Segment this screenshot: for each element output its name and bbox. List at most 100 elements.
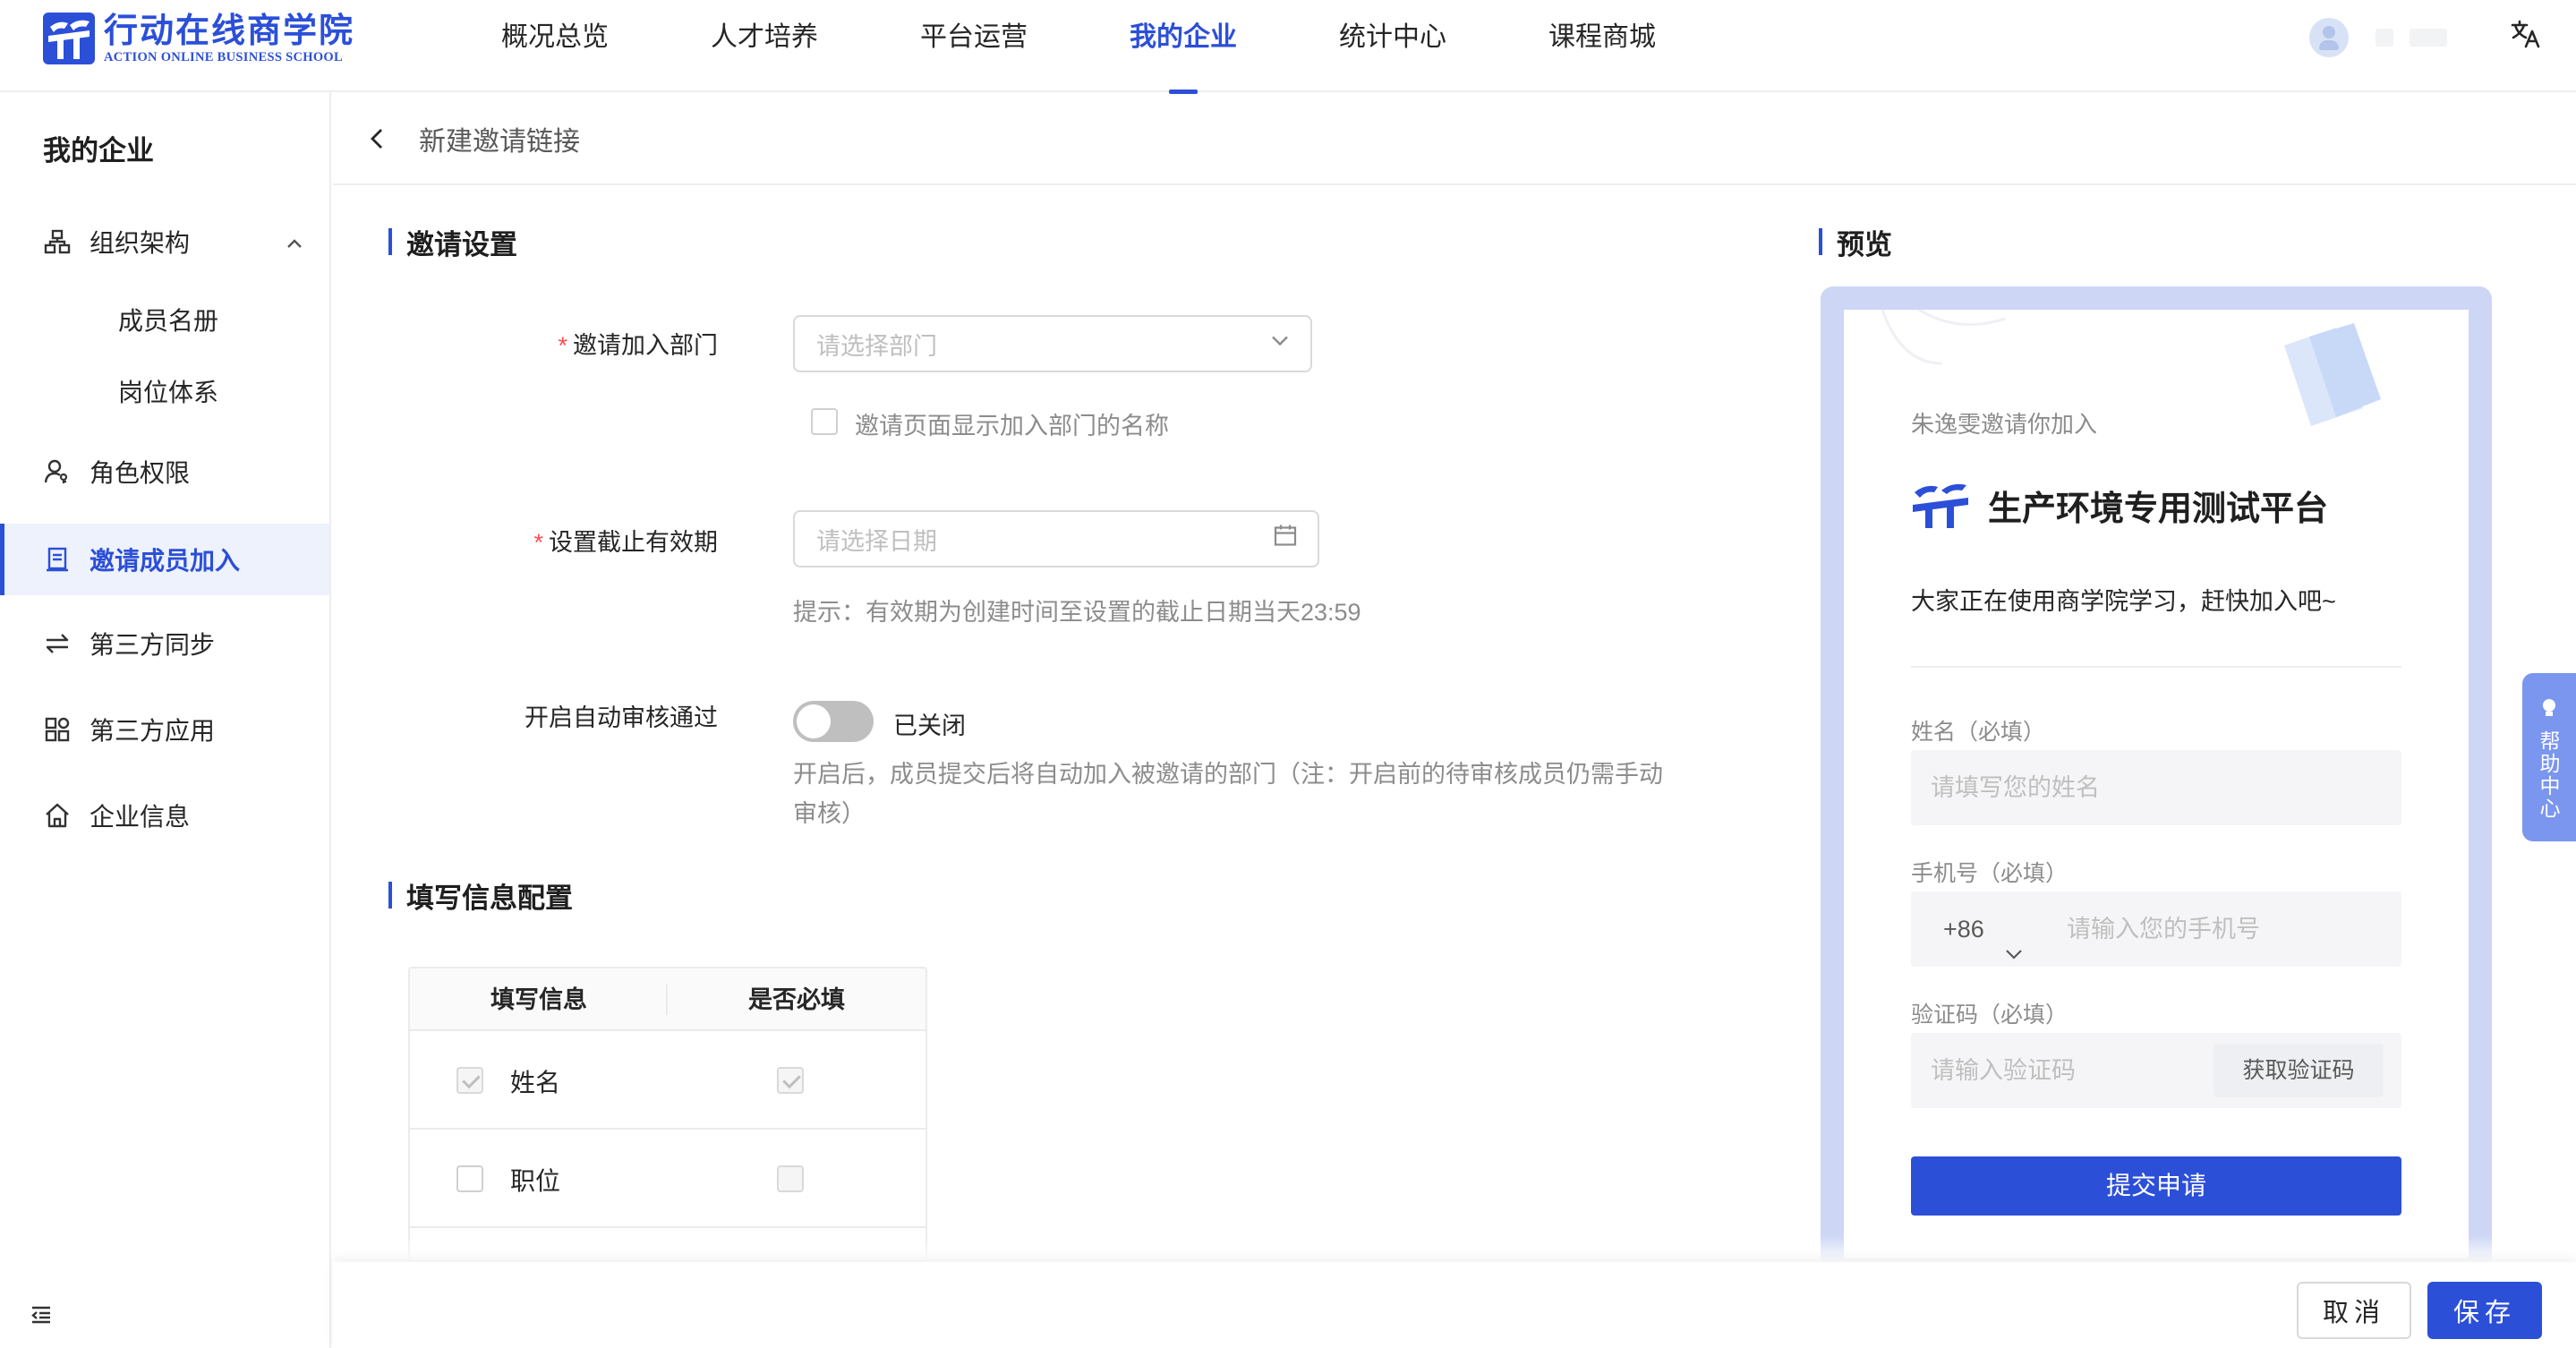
preview-card: 朱逸雯邀请你加入 生产环境专用测试平台 大家正在使用商学院学习，赶快加入吧~ 姓…	[1844, 310, 2469, 1258]
collapse-sidebar-icon[interactable]	[29, 1302, 54, 1332]
column-header-field: 填写信息	[410, 968, 668, 1029]
auto-approve-label: 开启自动审核通过	[525, 704, 718, 731]
field-enabled-checkbox	[456, 1067, 483, 1094]
code-placeholder: 请输入验证码	[1931, 1057, 2076, 1084]
table-row: 姓名	[410, 1031, 925, 1130]
page-header: 新建邀请链接	[333, 92, 2576, 185]
cancel-button[interactable]: 取消	[2297, 1282, 2411, 1339]
sidebar-item-label: 第三方应用	[90, 717, 216, 745]
brand-logo-mark	[43, 13, 95, 64]
preview-phone-input[interactable]: +86 请输入您的手机号	[1911, 892, 2401, 967]
sidebar-item-role-permissions[interactable]: 角色权限	[0, 436, 329, 508]
field-enabled-checkbox[interactable]	[456, 1165, 483, 1192]
show-department-checkbox[interactable]	[811, 408, 838, 435]
sync-icon	[43, 629, 72, 658]
org-chart-icon	[43, 227, 72, 256]
show-department-checkbox-label: 邀请页面显示加入部门的名称	[855, 413, 1169, 439]
translate-icon[interactable]	[2510, 19, 2540, 56]
get-code-button[interactable]: 获取验证码	[2213, 1044, 2384, 1097]
brand-name-en: ACTION ONLINE BUSINESS SCHOOL	[104, 50, 343, 64]
field-required-checkbox	[777, 1067, 804, 1094]
fill-config-heading: 填写信息配置	[388, 875, 573, 916]
brand-name: 行动在线商学院	[104, 13, 355, 50]
preview-submit-button[interactable]: 提交申请	[1911, 1156, 2401, 1216]
auto-approve-switch[interactable]	[793, 701, 874, 742]
preview-description: 大家正在使用商学院学习，赶快加入吧~	[1911, 588, 2336, 615]
divider	[1911, 666, 2401, 668]
sidebar-item-invite-members[interactable]: 邀请成员加入	[0, 524, 329, 595]
phone-placeholder: 请输入您的手机号	[2067, 916, 2260, 943]
bottom-action-bar: 取消 保存	[333, 1262, 2576, 1348]
nav-course-mall[interactable]: 课程商城	[1548, 0, 1656, 92]
chevron-down-icon	[1269, 330, 1291, 358]
sidebar-title: 我的企业	[43, 135, 154, 166]
preview-platform-name: 生产环境专用测试平台	[1988, 490, 2329, 528]
preview-brand: 生产环境专用测试平台	[1911, 478, 2328, 532]
apps-icon	[43, 715, 72, 744]
expiry-date-picker[interactable]: 请选择日期	[793, 510, 1319, 567]
table-header: 填写信息 是否必填	[410, 968, 925, 1031]
table-row: 职位	[410, 1130, 925, 1228]
auto-approve-state: 已关闭	[893, 712, 966, 739]
field-name: 职位	[510, 1167, 561, 1195]
help-center-label: 帮助中心	[2539, 729, 2561, 820]
invite-doc-icon	[43, 545, 72, 574]
back-arrow-icon[interactable]	[367, 126, 388, 156]
expiry-label: * 设置截止有效期	[533, 529, 718, 556]
field-name: 姓名	[510, 1069, 561, 1096]
preview-code-label: 验证码（必填）	[1911, 1002, 2068, 1028]
preview-name-label: 姓名（必填）	[1911, 720, 2046, 745]
brand-logo[interactable]: 行动在线商学院 ACTION ONLINE BUSINESS SCHOOL	[43, 13, 354, 64]
nav-overview[interactable]: 概况总览	[501, 0, 609, 92]
sidebar-item-label: 邀请成员加入	[90, 547, 241, 575]
save-button[interactable]: 保存	[2427, 1282, 2542, 1339]
preview-inviter-text: 朱逸雯邀请你加入	[1911, 411, 2098, 438]
user-org-placeholder	[2410, 29, 2447, 47]
sidebar-item-label: 成员名册	[118, 307, 219, 335]
preview-code-input[interactable]: 请输入验证码 获取验证码	[1911, 1033, 2401, 1108]
nav-operations[interactable]: 平台运营	[920, 0, 1028, 92]
sidebar-item-third-party-sync[interactable]: 第三方同步	[0, 608, 329, 679]
help-center-tab[interactable]: 帮助中心	[2522, 673, 2576, 841]
sidebar-item-label: 企业信息	[90, 803, 191, 831]
user-avatar[interactable]	[2309, 18, 2349, 57]
phone-country-code[interactable]: +86	[1943, 892, 1984, 967]
bottom-fade	[333, 1235, 2576, 1262]
lightbulb-icon	[2543, 699, 2555, 716]
user-key-icon	[43, 457, 72, 486]
user-name-placeholder	[2376, 29, 2393, 47]
sidebar-item-company-info[interactable]: 企业信息	[0, 780, 329, 851]
fill-config-table: 填写信息 是否必填 姓名 职位	[408, 967, 927, 1262]
preview-name-input[interactable]: 请填写您的姓名	[1911, 750, 2401, 825]
sidebar-item-third-party-apps[interactable]: 第三方应用	[0, 694, 329, 765]
required-mark: *	[558, 332, 567, 359]
sidebar-item-label: 角色权限	[90, 459, 191, 487]
department-select[interactable]: 请选择部门	[793, 315, 1312, 372]
calendar-icon	[1273, 524, 1298, 555]
sidebar-item-org-structure[interactable]: 组织架构	[0, 206, 329, 277]
auto-approve-note-line2: 审核）	[793, 800, 866, 827]
field-required-checkbox	[777, 1165, 804, 1192]
sidebar: 我的企业 组织架构 成员名册 岗位体系 角色权限 邀请成员加入 第三方同步 第三…	[0, 92, 331, 1348]
department-label: * 邀请加入部门	[558, 332, 718, 359]
chevron-up-icon[interactable]	[285, 231, 304, 260]
nav-statistics[interactable]: 统计中心	[1339, 0, 1446, 92]
brand-logo-icon	[1913, 483, 1968, 528]
required-mark: *	[533, 529, 543, 556]
column-header-required: 是否必填	[748, 986, 845, 1013]
preview-phone-label: 手机号（必填）	[1911, 861, 2068, 886]
preview-heading: 预览	[1819, 222, 1892, 262]
sidebar-item-member-roster[interactable]: 成员名册	[0, 284, 329, 355]
chevron-down-icon	[2004, 918, 2024, 994]
page-title: 新建邀请链接	[419, 127, 580, 157]
sidebar-item-label: 第三方同步	[90, 631, 216, 659]
home-icon	[43, 801, 72, 830]
nav-talent[interactable]: 人才培养	[711, 0, 818, 92]
sidebar-item-label: 岗位体系	[118, 379, 219, 406]
expiry-hint: 提示：有效期为创建时间至设置的截止日期当天23:59	[793, 599, 1361, 626]
auto-approve-note-line1: 开启后，成员提交后将自动加入被邀请的部门（注：开启前的待审核成员仍需手动	[793, 761, 1663, 788]
nav-my-enterprise[interactable]: 我的企业	[1130, 0, 1237, 94]
expiry-date-placeholder: 请选择日期	[816, 527, 937, 555]
sidebar-item-position-system[interactable]: 岗位体系	[0, 355, 329, 427]
sidebar-item-label: 组织架构	[90, 229, 191, 257]
